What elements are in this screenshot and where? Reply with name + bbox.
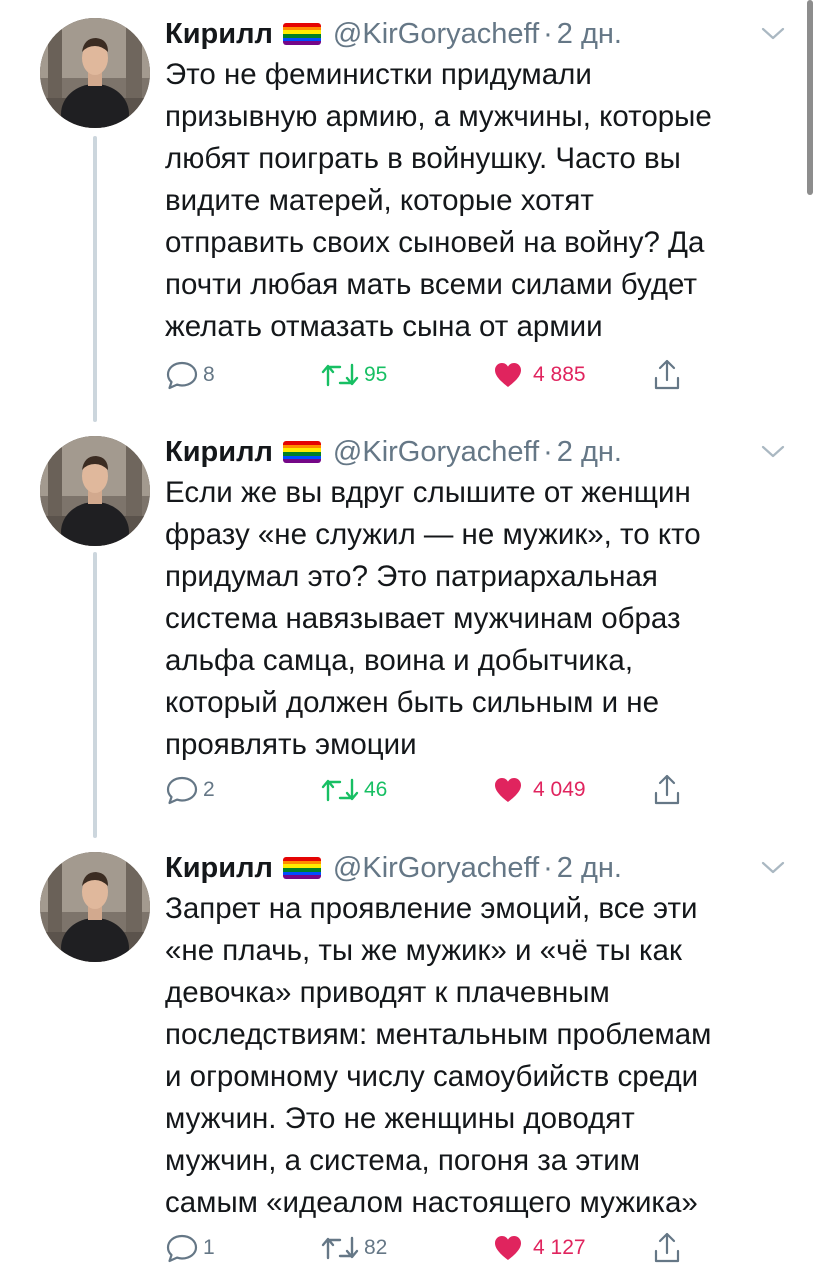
tweet-text: Это не феминистки придумали призывную ар… bbox=[165, 54, 785, 348]
tweet-text-line: Запрет на проявление эмоций, все эти bbox=[165, 892, 698, 925]
reply-button[interactable]: 8 bbox=[165, 355, 215, 395]
tweet-text-line: мужчин. Это не женщины доводят bbox=[165, 1102, 635, 1135]
rainbow-flag-icon bbox=[282, 857, 321, 879]
tweet-actions: 8 95 4 885 bbox=[165, 355, 725, 395]
timestamp[interactable]: 2 дн. bbox=[557, 18, 622, 51]
tweet-text-line: проявлять эмоции bbox=[165, 728, 417, 761]
tweet-text-line: альфа самца, воина и добытчика, bbox=[165, 644, 634, 677]
tweet[interactable]: Кирилл @KirGoryacheff · 2 дн. Запрет на … bbox=[0, 834, 821, 1280]
tweet-text: Запрет на проявление эмоций, все эти «не… bbox=[165, 888, 785, 1224]
chevron-down-icon[interactable] bbox=[760, 860, 786, 876]
author-name[interactable]: Кирилл bbox=[165, 18, 273, 51]
tweet-text-line: фразу «не служил — не мужик», то кто bbox=[165, 518, 701, 551]
reply-button[interactable]: 2 bbox=[165, 770, 215, 810]
tweet-header: Кирилл @KirGoryacheff · 2 дн. bbox=[165, 432, 622, 472]
retweet-button[interactable]: 95 bbox=[320, 355, 387, 395]
share-button[interactable] bbox=[652, 1228, 682, 1268]
reply-icon bbox=[166, 1234, 198, 1263]
tweet-text-line: Если же вы вдруг слышите от женщин bbox=[165, 476, 691, 509]
tweet-text-line: последствиям: ментальным проблемам bbox=[165, 1018, 712, 1051]
chevron-down-icon[interactable] bbox=[760, 444, 786, 460]
reply-button[interactable]: 1 bbox=[165, 1228, 215, 1268]
share-icon bbox=[654, 774, 680, 805]
retweet-count: 82 bbox=[364, 1236, 388, 1259]
separator-dot: · bbox=[543, 435, 553, 468]
tweet-text-line: девочка» приводят к плачевным bbox=[165, 976, 610, 1009]
author-handle[interactable]: @KirGoryacheff bbox=[333, 852, 539, 885]
tweet-text-line: который должен быть сильным и не bbox=[165, 686, 660, 719]
share-button[interactable] bbox=[652, 355, 682, 395]
like-count: 4 049 bbox=[533, 778, 586, 801]
separator-dot: · bbox=[543, 851, 553, 884]
tweet-actions: 2 46 4 049 bbox=[165, 770, 725, 810]
retweet-icon bbox=[321, 363, 359, 387]
tweet-text-line: придумал это? Это патриархальная bbox=[165, 560, 658, 593]
chevron-down-icon[interactable] bbox=[760, 26, 786, 42]
tweet[interactable]: Кирилл @KirGoryacheff · 2 дн. Это не фем… bbox=[0, 0, 821, 415]
tweet-text-line: система навязывает мужчинам образ bbox=[165, 602, 681, 635]
author-name[interactable]: Кирилл bbox=[165, 852, 273, 885]
heart-icon bbox=[495, 778, 521, 802]
retweet-icon bbox=[321, 778, 359, 802]
retweet-count: 46 bbox=[364, 778, 388, 801]
tweet-text-line: мужчин, а система, погоня за этим bbox=[165, 1144, 641, 1177]
reply-count: 1 bbox=[203, 1236, 215, 1259]
retweet-icon bbox=[321, 1236, 359, 1260]
reply-icon bbox=[166, 776, 198, 805]
tweet-text-line: почти любая мать всеми силами будет bbox=[165, 268, 697, 301]
avatar[interactable] bbox=[40, 436, 150, 546]
tweet-text-line: отправить своих сыновей на войну? Да bbox=[165, 226, 705, 259]
tweet-text-line: и огромному числу самоубийств среди bbox=[165, 1060, 699, 1093]
author-name[interactable]: Кирилл bbox=[165, 436, 273, 469]
timestamp[interactable]: 2 дн. bbox=[557, 852, 622, 885]
tweet[interactable]: Кирилл @KirGoryacheff · 2 дн. Если же вы… bbox=[0, 418, 821, 833]
author-handle[interactable]: @KirGoryacheff bbox=[333, 436, 539, 469]
tweet-text-line: Это не феминистки придумали bbox=[165, 58, 592, 91]
share-icon bbox=[654, 1232, 680, 1263]
reply-count: 8 bbox=[203, 363, 215, 386]
reply-count: 2 bbox=[203, 778, 215, 801]
like-count: 4 885 bbox=[533, 363, 586, 386]
avatar[interactable] bbox=[40, 18, 150, 128]
tweet-header: Кирилл @KirGoryacheff · 2 дн. bbox=[165, 14, 622, 54]
tweet-text-line: «не плачь, ты же мужик» и «чё ты как bbox=[165, 934, 682, 967]
tweet-text-line: любят поиграть в войнушку. Часто вы bbox=[165, 142, 681, 175]
tweet-actions: 1 82 4 127 bbox=[165, 1228, 725, 1268]
tweet-text-line: призывную армию, а мужчины, которые bbox=[165, 100, 712, 133]
like-button[interactable]: 4 049 bbox=[493, 770, 586, 810]
like-button[interactable]: 4 127 bbox=[493, 1228, 586, 1268]
heart-icon bbox=[495, 363, 521, 387]
tweet-text-line: видите матерей, которые хотят bbox=[165, 184, 594, 217]
heart-icon bbox=[495, 1236, 521, 1260]
rainbow-flag-icon bbox=[282, 441, 321, 463]
share-button[interactable] bbox=[652, 770, 682, 810]
retweet-button[interactable]: 82 bbox=[320, 1228, 387, 1268]
retweet-count: 95 bbox=[364, 363, 388, 386]
tweet-text-line: самым «идеалом настоящего мужика» bbox=[165, 1186, 698, 1219]
separator-dot: · bbox=[543, 17, 553, 50]
tweet-header: Кирилл @KirGoryacheff · 2 дн. bbox=[165, 848, 622, 888]
timestamp[interactable]: 2 дн. bbox=[557, 436, 622, 469]
rainbow-flag-icon bbox=[282, 23, 321, 45]
share-icon bbox=[654, 359, 680, 390]
like-count: 4 127 bbox=[533, 1236, 586, 1259]
reply-icon bbox=[166, 361, 198, 390]
like-button[interactable]: 4 885 bbox=[493, 355, 586, 395]
tweet-text-line: желать отмазать сына от армии bbox=[165, 310, 603, 343]
avatar[interactable] bbox=[40, 852, 150, 962]
author-handle[interactable]: @KirGoryacheff bbox=[333, 18, 539, 51]
tweet-text: Если же вы вдруг слышите от женщин фразу… bbox=[165, 472, 785, 766]
retweet-button[interactable]: 46 bbox=[320, 770, 387, 810]
